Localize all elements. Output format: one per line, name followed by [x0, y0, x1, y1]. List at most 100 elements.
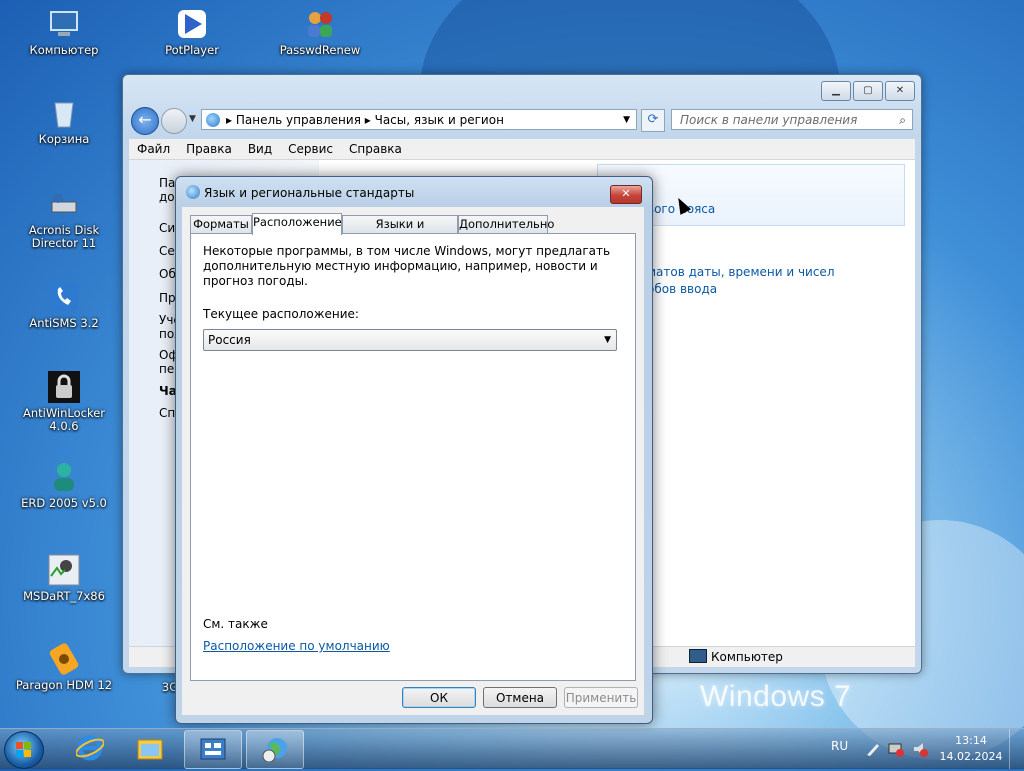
breadcrumb-separator: ▸	[364, 113, 375, 127]
search-input[interactable]: Поиск в панели управления ⌕	[671, 109, 913, 130]
taskbar-internet-explorer[interactable]	[62, 730, 118, 767]
desktop-icon-label: AntiSMS 3.2	[29, 316, 99, 330]
tab-keyboards-languages[interactable]: Языки и клавиатуры	[342, 215, 458, 248]
desktop-icon-label: Компьютер	[29, 43, 99, 57]
users-icon	[304, 8, 336, 40]
current-location-value: Россия	[208, 333, 251, 347]
language-indicator[interactable]: RU	[831, 739, 848, 753]
status-computer: Компьютер	[689, 649, 783, 664]
dialog-close-button[interactable]: ✕	[610, 185, 642, 204]
clock-date: 14.02.2024	[939, 750, 1003, 763]
current-location-label: Текущее расположение:	[203, 307, 359, 321]
status-computer-label: Компьютер	[711, 650, 783, 664]
navigation-bar: ← ▼ ▸ Панель управления ▸ Часы, язык и р…	[129, 107, 915, 135]
menu-bar: Файл Правка Вид Сервис Справка	[129, 139, 915, 160]
start-button[interactable]	[4, 731, 44, 769]
menu-tools[interactable]: Сервис	[280, 139, 341, 159]
address-dropdown-icon[interactable]: ▼	[623, 110, 630, 131]
search-placeholder: Поиск в панели управления	[680, 113, 858, 127]
windows-7-watermark: Windows 7	[700, 680, 852, 713]
desktop-icon-computer[interactable]: Компьютер	[9, 8, 119, 57]
folder-icon	[137, 739, 163, 760]
lock-icon	[48, 371, 80, 403]
taskbar-clock[interactable]: 13:14 14.02.2024	[938, 733, 1004, 765]
phone-icon	[48, 281, 80, 313]
tab-administrative[interactable]: Дополнительно	[458, 215, 554, 234]
default-location-link[interactable]: Расположение по умолчанию	[203, 639, 390, 653]
menu-view[interactable]: Вид	[240, 139, 280, 159]
dialog-body: Форматы Расположение Языки и клавиатуры …	[182, 207, 644, 715]
taskbar-control-panel[interactable]	[184, 730, 242, 769]
location-tab-page: Некоторые программы, в том числе Windows…	[190, 233, 636, 681]
taskbar: RU 13:14 14.02.2024	[0, 728, 1024, 769]
flag-icon[interactable]	[864, 741, 880, 757]
desktop-icon-passwdrenew[interactable]: PasswdRenew	[265, 8, 375, 57]
formats-link[interactable]: матов даты, времени и чисел	[647, 265, 835, 279]
computer-icon	[48, 8, 80, 40]
location-description: Некоторые программы, в том числе Windows…	[203, 244, 611, 288]
breadcrumb-clock-language-region[interactable]: Часы, язык и регион	[375, 113, 504, 127]
desktop-icon-label: PotPlayer	[165, 43, 219, 57]
dialog-title: Язык и региональные стандарты	[204, 186, 415, 200]
minimize-button[interactable]: ▁	[821, 81, 851, 101]
erd-icon	[48, 461, 80, 493]
windows-logo-icon	[16, 742, 31, 757]
breadcrumb-separator: ▸	[226, 113, 236, 127]
close-button[interactable]: ✕	[885, 81, 915, 101]
desktop-icon-potplayer[interactable]: PotPlayer	[137, 8, 247, 57]
clock-time: 13:14	[955, 734, 987, 747]
globe-clock-icon	[262, 738, 287, 762]
volume-muted-icon[interactable]	[912, 741, 928, 757]
menu-edit[interactable]: Правка	[178, 139, 240, 159]
msdart-icon	[48, 554, 80, 586]
desktop-icon-label: AntiWinLocker 4.0.6	[22, 406, 106, 433]
desktop-icon-label: Paragon HDM 12	[15, 678, 113, 692]
forward-button[interactable]	[161, 108, 187, 134]
desktop-icon-label: Корзина	[38, 132, 90, 146]
maximize-button[interactable]: ▢	[853, 81, 883, 101]
desktop-icon-paragon[interactable]: Paragon HDM 12	[9, 643, 119, 692]
computer-icon	[689, 649, 707, 663]
desktop-icon-label: ERD 2005 v5.0	[21, 496, 107, 510]
desktop-icon-label: Acronis Disk Director 11	[28, 223, 100, 250]
taskbar-region-settings[interactable]	[246, 730, 304, 769]
current-location-select[interactable]: Россия ▼	[203, 329, 617, 351]
network-icon[interactable]	[888, 741, 904, 757]
menu-help[interactable]: Справка	[341, 139, 410, 159]
control-panel-icon	[200, 738, 226, 760]
window-caption-buttons: ▁ ▢ ✕	[821, 81, 915, 101]
address-bar[interactable]: ▸ Панель управления ▸ Часы, язык и регио…	[201, 109, 637, 130]
paragon-icon	[48, 643, 80, 675]
desktop-icon-erd[interactable]: ERD 2005 v5.0	[9, 461, 119, 510]
globe-icon	[186, 185, 200, 199]
desktop-icon-label: PasswdRenew	[279, 43, 361, 57]
apply-button[interactable]: Применить	[564, 687, 638, 708]
recycle-bin-icon	[48, 97, 80, 129]
internet-explorer-icon	[76, 735, 104, 761]
tab-formats[interactable]: Форматы	[190, 215, 252, 234]
desktop-icon-acronis[interactable]: Acronis Disk Director 11	[9, 188, 119, 250]
desktop-icon-antisms[interactable]: AntiSMS 3.2	[9, 281, 119, 330]
chevron-down-icon: ▼	[604, 335, 611, 345]
potplayer-icon	[176, 8, 208, 40]
input-methods-link[interactable]: обов ввода	[647, 282, 717, 296]
ok-button[interactable]: ОК	[402, 687, 476, 708]
desktop-icon-label: MSDaRT_7x86	[23, 589, 105, 603]
region-language-dialog[interactable]: Язык и региональные стандарты ✕ Форматы …	[175, 176, 653, 724]
refresh-button[interactable]: ⟳	[641, 109, 665, 132]
back-button[interactable]: ←	[131, 107, 159, 135]
desktop-icon-recycle-bin[interactable]: Корзина	[9, 97, 119, 146]
desktop-icon-msdart[interactable]: MSDaRT_7x86	[9, 554, 119, 603]
control-panel-icon	[206, 113, 220, 127]
acronis-icon	[48, 188, 80, 220]
desktop-icon-antiwinlocker[interactable]: AntiWinLocker 4.0.6	[9, 371, 119, 433]
see-also-label: См. также	[203, 617, 268, 631]
show-desktop-button[interactable]	[1009, 729, 1024, 769]
search-icon[interactable]: ⌕	[899, 110, 906, 131]
cancel-button[interactable]: Отмена	[483, 687, 557, 708]
menu-file[interactable]: Файл	[129, 139, 178, 159]
tab-location[interactable]: Расположение	[252, 213, 342, 235]
breadcrumb-control-panel[interactable]: Панель управления	[236, 113, 361, 127]
recent-pages-dropdown[interactable]: ▼	[189, 114, 196, 124]
taskbar-explorer[interactable]	[122, 730, 178, 767]
